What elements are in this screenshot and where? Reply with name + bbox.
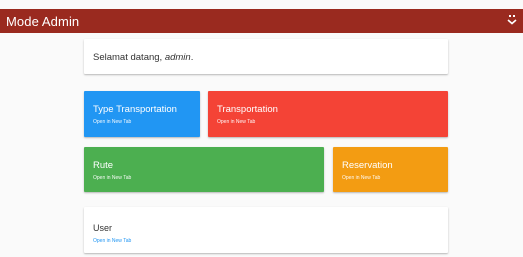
app-title: Mode Admin <box>6 13 80 29</box>
open-new-tab-link[interactable]: Open in New Tab <box>93 175 324 181</box>
top-app-bar: Mode Admin <box>0 9 523 33</box>
open-new-tab-link[interactable]: Open in New Tab <box>342 175 448 181</box>
welcome-suffix: . <box>190 52 194 63</box>
tile-user[interactable]: User Open in New Tab <box>84 207 448 253</box>
tile-title: Rute <box>93 160 114 171</box>
open-new-tab-link[interactable]: Open in New Tab <box>93 238 448 244</box>
welcome-username: admin <box>164 52 191 63</box>
tile-reservation[interactable]: Reservation Open in New Tab <box>333 147 448 192</box>
tile-title: Transportation <box>217 104 278 115</box>
open-new-tab-link[interactable]: Open in New Tab <box>217 119 448 125</box>
tile-rute[interactable]: Rute Open in New Tab <box>84 147 324 192</box>
tile-title: User <box>93 223 113 233</box>
welcome-text: Selamat datang, <box>93 52 165 63</box>
expand-icon[interactable] <box>506 14 518 28</box>
tile-title: Reservation <box>342 160 393 171</box>
tile-transportation[interactable]: Transportation Open in New Tab <box>208 91 448 137</box>
welcome-card: Selamat datang, admin. <box>84 39 448 74</box>
open-new-tab-link[interactable]: Open in New Tab <box>93 119 200 125</box>
tile-type-transportation[interactable]: Type Transportation Open in New Tab <box>84 91 200 137</box>
tile-title: Type Transportation <box>93 104 177 115</box>
